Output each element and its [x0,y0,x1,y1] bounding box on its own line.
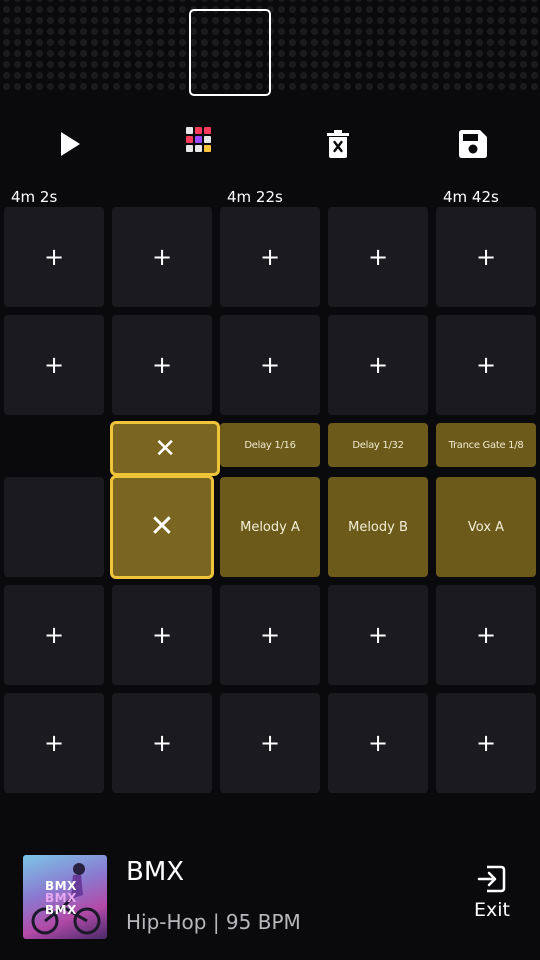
plus-icon: + [151,243,173,271]
clip-slot[interactable]: Melody B [328,477,428,577]
empty-slot-add[interactable]: + [220,693,320,793]
effect-slot[interactable]: Trance Gate 1/8 [436,423,536,467]
effect-slot[interactable]: Delay 1/16 [220,423,320,467]
exit-label: Exit [474,899,510,921]
remove-clip-button[interactable]: ✕ [110,475,214,579]
play-icon [61,132,80,156]
plus-icon: + [475,621,497,649]
plus-icon: + [367,243,389,271]
remove-effect-button[interactable]: ✕ [110,421,220,476]
empty-slot-add[interactable]: + [112,693,212,793]
plus-icon: + [475,729,497,757]
delete-button[interactable] [316,122,360,166]
cover-title-text: BMX [45,903,77,917]
grid-pads-icon [186,127,211,152]
plus-icon: + [367,729,389,757]
track-genre-bpm: Hip-Hop | 95 BPM [126,910,301,934]
save-button[interactable] [451,122,495,166]
empty-slot[interactable] [4,477,104,577]
empty-slot-add[interactable]: + [4,315,104,415]
timeline-marker: 4m 22s [227,188,283,206]
clip-slot[interactable]: Melody A [220,477,320,577]
plus-icon: + [367,621,389,649]
clip-slot[interactable]: Vox A [436,477,536,577]
plus-icon: + [475,351,497,379]
empty-slot-add[interactable]: + [220,207,320,307]
plus-icon: + [151,351,173,379]
empty-slot-add[interactable]: + [436,315,536,415]
exit-icon [477,865,506,893]
empty-slot-add[interactable]: + [4,207,104,307]
trash-icon [327,130,349,158]
track-title: BMX [126,857,185,887]
empty-slot-add[interactable]: + [220,585,320,685]
plus-icon: + [43,243,65,271]
empty-slot-add[interactable]: + [112,585,212,685]
empty-slot-add[interactable]: + [436,207,536,307]
plus-icon: + [151,621,173,649]
empty-slot-add[interactable]: + [328,315,428,415]
empty-slot-add[interactable]: + [328,693,428,793]
effect-slot[interactable]: Delay 1/32 [328,423,428,467]
plus-icon: + [43,351,65,379]
plus-icon: + [259,243,281,271]
empty-slot-add[interactable]: + [436,693,536,793]
close-icon: ✕ [149,509,175,544]
empty-slot-add[interactable]: + [220,315,320,415]
empty-slot-add[interactable]: + [4,693,104,793]
plus-icon: + [259,351,281,379]
play-button[interactable] [48,122,92,166]
empty-slot-add[interactable]: + [436,585,536,685]
plus-icon: + [43,729,65,757]
plus-icon: + [367,351,389,379]
empty-slot-add[interactable]: + [112,207,212,307]
plus-icon: + [43,621,65,649]
plus-icon: + [259,621,281,649]
timeline-marker: 4m 2s [11,188,58,206]
overview-viewport-handle[interactable] [189,9,271,96]
plus-icon: + [259,729,281,757]
pads-button[interactable] [181,122,225,166]
empty-slot-add[interactable]: + [4,585,104,685]
plus-icon: + [151,729,173,757]
close-icon: ✕ [154,433,176,464]
plus-icon: + [475,243,497,271]
empty-slot-add[interactable]: + [112,315,212,415]
album-cover: BMX BMX BMX [23,855,107,939]
timeline-marker: 4m 42s [443,188,499,206]
empty-slot-add[interactable]: + [328,207,428,307]
empty-slot-add[interactable]: + [328,585,428,685]
save-icon [459,130,487,158]
exit-button[interactable]: Exit [466,865,518,935]
